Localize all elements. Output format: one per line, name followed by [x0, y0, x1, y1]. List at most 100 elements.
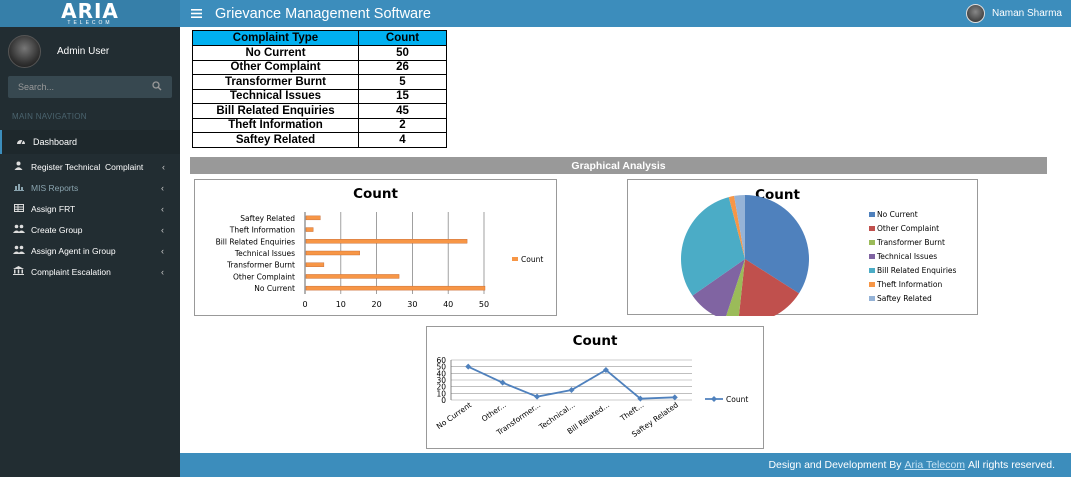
chevron-left-icon: ‹ [162, 161, 165, 172]
table-header-cell: Complaint Type [192, 30, 359, 46]
line-chart-plot: 0102030405060No Current Other...Transform… [435, 356, 749, 439]
x-tick-label: 50 [479, 300, 489, 309]
table-cell: Other Complaint [192, 59, 359, 75]
bar [305, 250, 360, 256]
bar [305, 262, 325, 267]
legend-swatch [869, 296, 875, 301]
y-tick-label: Transformer Burnt [226, 261, 295, 270]
bar-chart-icon [12, 183, 25, 193]
section-title: Graphical Analysis [190, 157, 1047, 174]
table-cell: 4 [358, 132, 447, 148]
x-tick-label: Other... [480, 400, 508, 423]
table-header-row: Complaint Type Count [192, 30, 447, 46]
y-tick-label: No Current [254, 284, 295, 293]
bar [305, 227, 314, 232]
x-tick-label: Theft... [618, 400, 646, 423]
legend-label: Technical Issues [876, 252, 937, 261]
y-tick-label: Technical Issues [234, 249, 295, 258]
legend-label: Count [521, 255, 543, 264]
table-row: No Current 50 [192, 45, 447, 61]
y-tick-label: Saftey Related [240, 214, 295, 223]
header-user-menu[interactable]: Naman Sharma [965, 4, 1062, 23]
bar [305, 215, 321, 221]
user-icon [12, 161, 25, 172]
footer-link[interactable]: Aria Telecom [905, 459, 966, 471]
table-cell: 2 [358, 117, 447, 133]
menu-toggle-icon[interactable] [191, 6, 205, 21]
bar [305, 239, 468, 244]
legend-swatch [869, 226, 875, 231]
chevron-left-icon: ‹ [161, 182, 164, 193]
table-row: Bill Related Enquiries 45 [192, 103, 447, 119]
table-cell: Technical Issues [192, 88, 359, 104]
sidebar-item-label: Create Group [31, 224, 83, 235]
legend-swatch [869, 268, 875, 273]
table-cell: Theft Information [192, 117, 359, 133]
y-tick-label: Bill Related Enquiries [216, 237, 296, 246]
table-cell: 45 [358, 103, 447, 119]
series-line [467, 365, 675, 400]
bank-icon [12, 266, 25, 277]
x-tick-label: 10 [336, 300, 346, 309]
y-tick-label: 60 [436, 356, 446, 365]
table-cell: 50 [358, 45, 447, 61]
data-point [465, 363, 472, 370]
search-input[interactable] [18, 82, 138, 92]
sidebar-item-mis-reports[interactable]: MIS Reports ‹ [0, 177, 180, 198]
bar [305, 274, 400, 279]
sidebar-item-dashboard[interactable]: Dashboard [0, 130, 180, 154]
x-tick-label: 0 [302, 300, 307, 309]
table-cell: 5 [358, 74, 447, 90]
chevron-left-icon: ‹ [161, 224, 164, 235]
header-user-name: Naman Sharma [991, 8, 1062, 19]
sidebar-item-label: Complaint Escalation [31, 266, 111, 277]
legend-label: Bill Related Enquiries [877, 266, 957, 275]
sidebar-item-assign-frt[interactable]: Assign FRT ‹ [0, 198, 180, 219]
footer-prefix: Design and Development By [768, 459, 902, 471]
legend-label: Transformer Burnt [876, 238, 945, 247]
table-header-cell: Count [358, 30, 447, 46]
legend-swatch [869, 254, 875, 259]
sidebar-item-assign-agent[interactable]: Assign Agent in Group ‹ [0, 240, 180, 261]
group-icon [12, 224, 25, 235]
table-row: Transformer Burnt 5 [192, 74, 447, 90]
bar-chart-plot: 0 10 20 30 40 50 No Current Other Complaint Tran… [216, 212, 543, 309]
line-chart: Count 0 10 20 30 40 50 60 No Current Other... Tra… [426, 326, 764, 449]
table-icon [12, 203, 25, 214]
table-row: Saftey Related 4 [192, 132, 447, 148]
table-cell: 15 [358, 88, 447, 104]
user-panel: Admin User [0, 31, 180, 71]
complaint-table: Complaint Type Count No Current 50 Other … [192, 30, 447, 148]
sidebar-item-create-group[interactable]: Create Group ‹ [0, 219, 180, 240]
legend-swatch [869, 212, 875, 217]
sidebar-item-label: Assign FRT [31, 203, 76, 214]
top-header: Grievance Management Software Naman Shar… [180, 0, 1071, 27]
data-point [499, 379, 506, 386]
sidebar-item-label: MIS Reports [31, 182, 79, 193]
logo[interactable]: ARIA TELECOM [0, 0, 180, 27]
y-tick-label: Other Complaint [233, 272, 295, 281]
group-icon [12, 245, 25, 256]
search-icon[interactable] [152, 80, 162, 94]
avatar [8, 34, 41, 68]
x-tick-label: 20 [372, 300, 382, 309]
table-row: Theft Information 2 [192, 117, 447, 133]
user-name: Admin User [57, 45, 110, 57]
y-tick-label: Theft Information [229, 226, 295, 235]
table-cell: No Current [192, 45, 359, 61]
x-tick-label: 30 [407, 300, 417, 309]
legend-label: No Current [877, 210, 918, 219]
table-row: Other Complaint 26 [192, 59, 447, 75]
table-cell: Saftey Related [192, 132, 359, 148]
legend-swatch [512, 257, 518, 261]
data-point [671, 394, 678, 401]
sidebar-item-register-complaint[interactable]: Register Technical Complaint ‹ [0, 156, 180, 177]
dashboard-icon [14, 137, 27, 147]
table-cell: Bill Related Enquiries [192, 103, 359, 119]
header-avatar [965, 4, 985, 23]
data-point [534, 393, 541, 400]
logo-subtext: TELECOM [67, 19, 113, 26]
pie-chart: Count No Current Other Complaint Transform… [627, 179, 978, 316]
main-content: Complaint Type Count No Current 50 Other … [180, 27, 1071, 453]
sidebar-item-complaint-escalation[interactable]: Complaint Escalation ‹ [0, 261, 180, 282]
